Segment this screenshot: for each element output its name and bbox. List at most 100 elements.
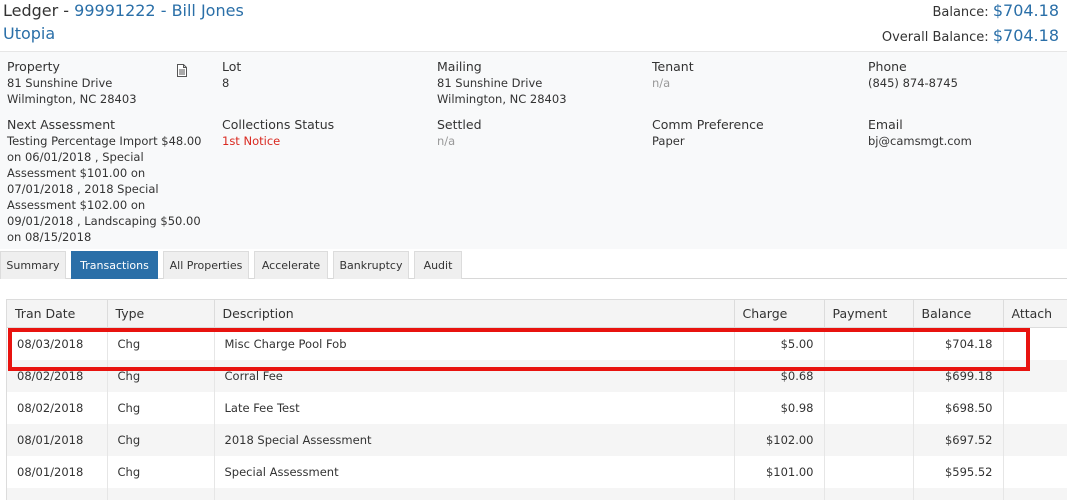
column-header-tran-date[interactable]: Tran Date [7, 299, 108, 328]
attach-cell [1003, 456, 1067, 488]
overall-balance-value: $704.18 [992, 26, 1059, 45]
column-header-payment[interactable]: Payment [824, 299, 914, 328]
collections-status-field: Collections Status 1st Notice [222, 117, 422, 149]
column-header-attach[interactable]: Attach [1003, 299, 1067, 328]
description-cell: Special Assessment [214, 455, 735, 488]
type-cell: Chg [107, 327, 215, 360]
overall-balance-label: Overall Balance: [881, 30, 989, 45]
attach-cell [1003, 487, 1067, 500]
charge-cell: $102.00 [734, 423, 825, 456]
balance-cell: $698.50 [913, 391, 1004, 424]
balance-value: $704.18 [992, 1, 1059, 20]
payment-cell [824, 455, 914, 488]
community-name[interactable]: Utopia [3, 23, 244, 45]
document-icon[interactable] [176, 62, 188, 77]
attach-cell [1003, 359, 1067, 392]
comm-preference-label: Comm Preference [652, 117, 764, 132]
overall-balance-line: Overall Balance: $704.18 [882, 25, 1059, 49]
email-field: Email bj@camsmgt.com [868, 117, 1067, 149]
mailing-field: Mailing 81 Sunshine Drive Wilmington, NC… [437, 59, 637, 107]
balance-cell: $704.18 [913, 327, 1004, 360]
tran-date-cell: 08/03/2018 [7, 327, 108, 360]
account-number[interactable]: 99991222 [74, 1, 155, 20]
mailing-label: Mailing [437, 59, 482, 74]
phone-value: (845) 874-8745 [868, 76, 958, 90]
column-header-balance[interactable]: Balance [913, 299, 1004, 328]
table-row[interactable]: 08/01/2018 Chg 2018 Special Assessment $… [7, 423, 1067, 456]
owner-name[interactable]: Bill Jones [172, 1, 244, 20]
tran-date-cell: 08/02/2018 [7, 359, 108, 392]
balance-cell: $699.18 [913, 359, 1004, 392]
column-header-description[interactable]: Description [214, 299, 735, 328]
tran-date-cell: 08/02/2018 [7, 391, 108, 424]
next-assessment-field: Next Assessment Testing Percentage Impor… [7, 117, 207, 245]
ledger-title-block: Ledger - 99991222 - Bill Jones Utopia [3, 0, 244, 45]
balance-line: Balance: $704.18 [882, 0, 1059, 24]
table-row[interactable]: 08/01/2018 Chg Special Assessment $101.0… [7, 455, 1067, 488]
tenant-value: n/a [652, 76, 671, 90]
attach-cell [1003, 423, 1067, 456]
column-header-type[interactable]: Type [107, 299, 215, 328]
comm-preference-field: Comm Preference Paper [652, 117, 852, 149]
ledger-tabs: Summary Transactions All Properties Acce… [0, 251, 1067, 279]
settled-field: Settled n/a [437, 117, 637, 149]
next-assessment-value: Testing Percentage Import $48.00 on 06/0… [7, 134, 202, 244]
phone-label: Phone [868, 59, 907, 74]
table-row[interactable]: 08/02/2018 Chg Late Fee Test $0.98 $698.… [7, 391, 1067, 424]
type-cell [107, 487, 215, 500]
table-row[interactable]: 08/02/2018 Chg Corral Fee $0.68 $699.18 [7, 359, 1067, 392]
tab-audit[interactable]: Audit [414, 251, 462, 279]
payment-cell [824, 487, 914, 500]
tab-transactions[interactable]: Transactions [71, 251, 158, 279]
email-value[interactable]: bj@camsmgt.com [868, 133, 1067, 149]
ledger-header: Ledger - 99991222 - Bill Jones Utopia Ba… [0, 0, 1067, 50]
balance-summary: Balance: $704.18 Overall Balance: $704.1… [882, 0, 1059, 49]
payment-cell [824, 327, 914, 360]
lot-field: Lot 8 [222, 59, 422, 91]
next-assessment-label: Next Assessment [7, 117, 116, 132]
tab-summary[interactable]: Summary [0, 251, 66, 279]
type-cell: Chg [107, 359, 215, 392]
email-label: Email [868, 117, 903, 132]
charge-cell: $0.68 [734, 359, 825, 392]
description-cell: 2018 Special Assessment [214, 423, 735, 456]
settled-label: Settled [437, 117, 482, 132]
balance-cell: $595.52 [913, 455, 1004, 488]
account-info-panel: Property 81 Sunshine Drive Wilmington, N… [0, 51, 1067, 249]
description-cell: Corral Fee [214, 359, 735, 392]
collections-status-value: 1st Notice [222, 134, 281, 148]
tenant-field: Tenant n/a [652, 59, 852, 91]
balance-cell: $697.52 [913, 423, 1004, 456]
collections-status-label: Collections Status [222, 117, 335, 132]
ledger-label: Ledger [3, 1, 59, 20]
payment-cell [824, 359, 914, 392]
table-row[interactable]: 08/03/2018 Chg Misc Charge Pool Fob $5.0… [7, 327, 1067, 360]
transactions-table: Tran Date Type Description Charge Paymen… [6, 299, 1067, 500]
settled-value: n/a [437, 134, 456, 148]
payment-cell [824, 391, 914, 424]
balance-label: Balance: [932, 5, 989, 20]
type-cell: Chg [107, 423, 215, 456]
description-cell [214, 487, 735, 500]
charge-cell: $0.98 [734, 391, 825, 424]
column-header-charge[interactable]: Charge [734, 299, 825, 328]
mailing-value: 81 Sunshine Drive Wilmington, NC 28403 [437, 76, 567, 106]
table-row[interactable] [7, 487, 1067, 500]
lot-value: 8 [222, 76, 230, 90]
tran-date-cell: 08/01/2018 [7, 423, 108, 456]
tab-bankruptcy[interactable]: Bankruptcy [333, 251, 409, 279]
tab-accelerate[interactable]: Accelerate [254, 251, 328, 279]
tran-date-cell: 08/01/2018 [7, 455, 108, 488]
phone-field: Phone (845) 874-8745 [868, 59, 1067, 91]
charge-cell [734, 487, 825, 500]
page-title: Ledger - 99991222 - Bill Jones [3, 0, 244, 22]
charge-cell: $5.00 [734, 327, 825, 360]
attach-cell [1003, 328, 1067, 360]
attach-cell [1003, 392, 1067, 424]
property-value: 81 Sunshine Drive Wilmington, NC 28403 [7, 76, 137, 106]
title-separator: - [155, 1, 172, 20]
lot-label: Lot [222, 59, 242, 74]
type-cell: Chg [107, 391, 215, 424]
tab-all-properties[interactable]: All Properties [163, 251, 249, 279]
tran-date-cell [7, 487, 108, 500]
